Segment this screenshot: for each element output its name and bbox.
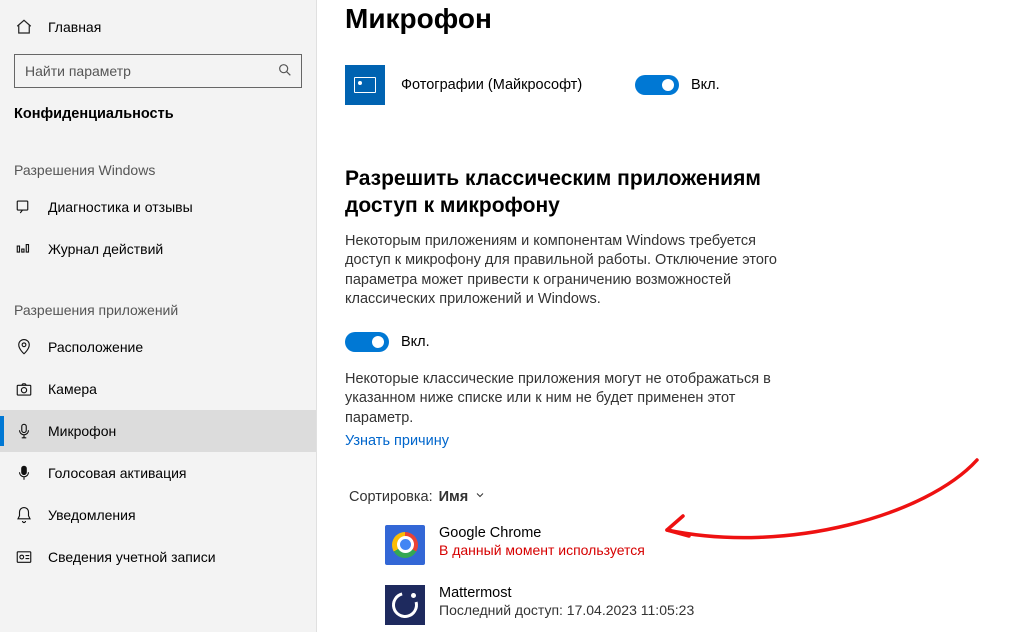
sidebar-item-label: Диагностика и отзывы	[48, 199, 193, 215]
desktop-app-mattermost: Mattermost Последний доступ: 17.04.2023 …	[385, 585, 1008, 625]
search-icon	[277, 62, 293, 81]
sidebar-item-label: Камера	[48, 381, 97, 397]
desktop-app-status: Последний доступ: 17.04.2023 11:05:23	[439, 602, 694, 618]
home-label: Главная	[48, 19, 101, 35]
store-app-name: Фотографии (Майкрософт)	[401, 77, 631, 93]
sidebar-item-diagnostics[interactable]: Диагностика и отзывы	[0, 186, 316, 228]
sidebar-item-account-info[interactable]: Сведения учетной записи	[0, 536, 316, 578]
activity-icon	[14, 240, 34, 258]
chrome-icon	[385, 525, 425, 565]
sidebar-item-label: Расположение	[48, 339, 143, 355]
desktop-app-chrome: Google Chrome В данный момент использует…	[385, 525, 1008, 565]
desktop-app-status: В данный момент используется	[439, 542, 645, 558]
sort-prefix: Сортировка:	[349, 489, 433, 505]
sidebar-item-camera[interactable]: Камера	[0, 368, 316, 410]
sidebar-item-label: Журнал действий	[48, 241, 163, 257]
desktop-app-name: Google Chrome	[439, 525, 645, 541]
sidebar: Главная Конфиденциальность Разрешения Wi…	[0, 0, 317, 632]
voice-icon	[14, 464, 34, 482]
desktop-apps-description: Некоторым приложениям и компонентам Wind…	[345, 232, 795, 310]
store-app-toggle[interactable]: Вкл.	[635, 75, 720, 95]
photos-app-icon	[345, 65, 385, 105]
desktop-app-name: Mattermost	[439, 585, 694, 601]
category-title: Конфиденциальность	[0, 88, 316, 130]
sidebar-item-label: Микрофон	[48, 423, 116, 439]
microphone-icon	[14, 422, 34, 440]
sidebar-item-microphone[interactable]: Микрофон	[0, 410, 316, 452]
sidebar-item-label: Голосовая активация	[48, 465, 187, 481]
toggle-state-label: Вкл.	[401, 334, 430, 350]
sort-dropdown[interactable]: Сортировка: Имя	[349, 489, 1008, 505]
sidebar-item-activity[interactable]: Журнал действий	[0, 228, 316, 270]
annotation-arrow	[647, 455, 987, 585]
feedback-icon	[14, 198, 34, 216]
location-icon	[14, 338, 34, 356]
toggle-switch[interactable]	[345, 332, 389, 352]
learn-more-link[interactable]: Узнать причину	[345, 433, 449, 449]
search-input[interactable]	[14, 54, 302, 88]
page-title: Микрофон	[345, 3, 1008, 35]
section-windows-permissions: Разрешения Windows	[0, 130, 316, 186]
notifications-icon	[14, 506, 34, 524]
chevron-down-icon	[474, 489, 486, 505]
sidebar-item-label: Сведения учетной записи	[48, 549, 216, 565]
sidebar-item-label: Уведомления	[48, 507, 136, 523]
account-icon	[14, 548, 34, 566]
main-content: Микрофон Фотографии (Майкрософт) Вкл. Ра…	[317, 0, 1028, 632]
sidebar-item-location[interactable]: Расположение	[0, 326, 316, 368]
store-app-row-photos: Фотографии (Майкрософт) Вкл.	[345, 65, 1008, 105]
toggle-state-label: Вкл.	[691, 77, 720, 93]
sort-value: Имя	[439, 489, 469, 505]
search-field[interactable]	[25, 63, 277, 79]
sidebar-item-voice-activation[interactable]: Голосовая активация	[0, 452, 316, 494]
sidebar-item-notifications[interactable]: Уведомления	[0, 494, 316, 536]
desktop-apps-note: Некоторые классические приложения могут …	[345, 370, 795, 429]
section-app-permissions: Разрешения приложений	[0, 270, 316, 326]
toggle-switch[interactable]	[635, 75, 679, 95]
desktop-apps-heading: Разрешить классическим приложениям досту…	[345, 165, 795, 220]
home-icon	[14, 18, 34, 36]
mattermost-icon	[385, 585, 425, 625]
home-link[interactable]: Главная	[0, 10, 316, 44]
camera-icon	[14, 380, 34, 398]
desktop-apps-toggle[interactable]: Вкл.	[345, 332, 1008, 352]
